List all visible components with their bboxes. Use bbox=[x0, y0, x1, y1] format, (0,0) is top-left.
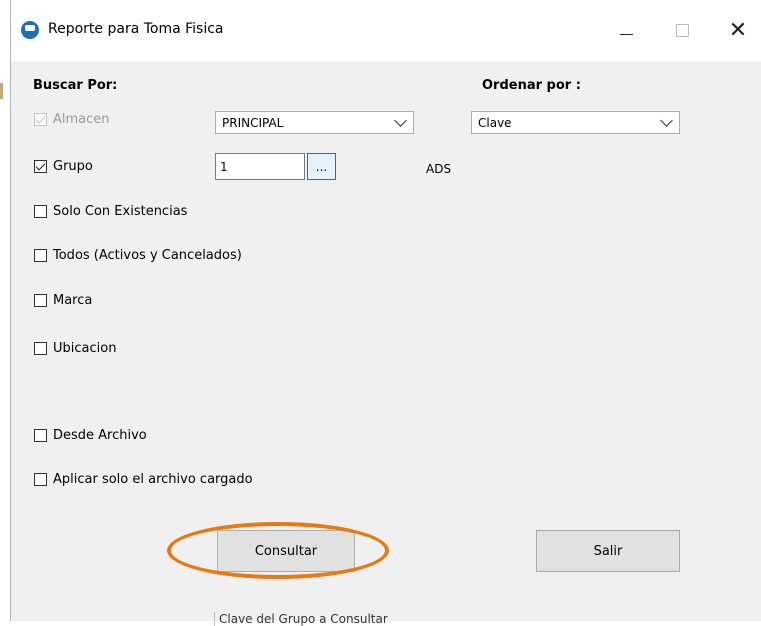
close-icon: ✕ bbox=[728, 17, 748, 43]
almacen-checkbox-row[interactable]: Almacen bbox=[34, 112, 110, 127]
ordenar-select-value: Clave bbox=[478, 115, 512, 130]
maximize-button[interactable] bbox=[659, 12, 705, 48]
ellipsis-label: ... bbox=[315, 160, 328, 174]
marca-checkbox[interactable] bbox=[34, 294, 47, 307]
salir-button[interactable]: Salir bbox=[536, 530, 680, 572]
left-edge-marker bbox=[0, 83, 3, 99]
todos-checkbox[interactable] bbox=[34, 249, 47, 262]
grupo-label: Grupo bbox=[53, 159, 93, 174]
option-todos[interactable]: Todos (Activos y Cancelados) bbox=[34, 248, 242, 263]
option-ubicacion[interactable]: Ubicacion bbox=[34, 341, 116, 356]
grupo-checkbox-row[interactable]: Grupo bbox=[34, 159, 93, 174]
aplicar-archivo-checkbox[interactable] bbox=[34, 473, 47, 486]
ordenar-select[interactable]: Clave bbox=[471, 111, 680, 134]
desde-archivo-checkbox[interactable] bbox=[34, 429, 47, 442]
chevron-down-icon bbox=[394, 114, 407, 127]
solo-existencias-checkbox[interactable] bbox=[34, 205, 47, 218]
minimize-icon bbox=[619, 33, 633, 35]
minimize-button[interactable] bbox=[603, 12, 649, 48]
grupo-input[interactable]: 1 bbox=[215, 153, 305, 180]
chevron-down-icon bbox=[660, 114, 673, 127]
option-desde-archivo[interactable]: Desde Archivo bbox=[34, 428, 147, 443]
option-aplicar-archivo[interactable]: Aplicar solo el archivo cargado bbox=[34, 472, 253, 487]
app-logo-icon bbox=[21, 21, 39, 39]
grupo-browse-button[interactable]: ... bbox=[307, 153, 336, 180]
option-label: Solo Con Existencias bbox=[53, 204, 188, 219]
highlight-annotation bbox=[167, 522, 389, 579]
grupo-description: ADS bbox=[426, 162, 452, 176]
almacen-select-value: PRINCIPAL bbox=[222, 115, 284, 130]
option-marca[interactable]: Marca bbox=[34, 293, 92, 308]
almacen-select[interactable]: PRINCIPAL bbox=[215, 111, 414, 134]
buscar-por-label: Buscar Por: bbox=[33, 78, 118, 93]
grupo-checkbox[interactable] bbox=[34, 160, 47, 173]
close-button[interactable]: ✕ bbox=[715, 12, 761, 48]
option-label: Marca bbox=[53, 293, 93, 308]
dialog-window: Reporte para Toma Fisica ✕ Buscar Por: O… bbox=[10, 0, 761, 626]
option-label: Desde Archivo bbox=[53, 428, 147, 443]
option-label: Ubicacion bbox=[53, 341, 117, 356]
grupo-input-value: 1 bbox=[220, 159, 228, 174]
option-label: Todos (Activos y Cancelados) bbox=[53, 248, 242, 263]
option-label: Aplicar solo el archivo cargado bbox=[53, 472, 253, 487]
option-solo-con-existencias[interactable]: Solo Con Existencias bbox=[34, 204, 187, 219]
almacen-checkbox[interactable] bbox=[34, 113, 47, 126]
title-bar: Reporte para Toma Fisica ✕ bbox=[11, 0, 761, 61]
maximize-icon bbox=[675, 23, 689, 37]
status-hint-text: Clave del Grupo a Consultar bbox=[214, 612, 388, 626]
almacen-label: Almacen bbox=[53, 112, 110, 127]
window-title: Reporte para Toma Fisica bbox=[48, 21, 224, 37]
ubicacion-checkbox[interactable] bbox=[34, 342, 47, 355]
ordenar-por-label: Ordenar por : bbox=[482, 78, 581, 93]
